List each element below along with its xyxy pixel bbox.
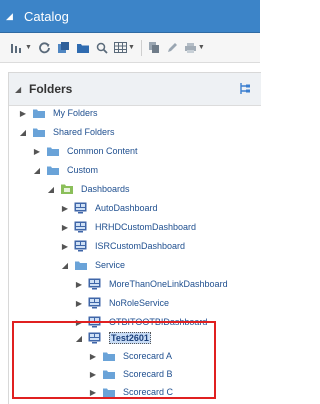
chevron-down-icon[interactable]: ▼	[198, 44, 205, 51]
tree-label-selected: Test2601	[109, 332, 151, 344]
tree-node-shared-folders[interactable]: ◢ Shared Folders	[18, 124, 115, 140]
dashboard-icon	[74, 239, 90, 253]
dashboards-folder-icon	[60, 182, 76, 196]
chevron-down-icon[interactable]: ▼	[25, 44, 32, 51]
tree-view-icon[interactable]	[239, 82, 251, 97]
tree-node-more-than-one-link[interactable]: ▶ MoreThanOneLinkDashboard	[74, 276, 228, 292]
chevron-down-icon[interactable]: ▼	[128, 44, 135, 51]
dashboard-icon	[88, 296, 104, 310]
folder-icon	[32, 106, 48, 120]
tree-node-scorecard-c[interactable]: ▶ Scorecard C	[88, 384, 173, 400]
dashboard-icon	[74, 220, 90, 234]
collapse-triangle-icon[interactable]: ◢	[46, 185, 56, 194]
copy-icon[interactable]	[148, 39, 160, 57]
tree-label: My Folders	[53, 108, 98, 118]
tree-label: Custom	[67, 165, 99, 175]
tree-label: NoRoleService	[109, 298, 170, 308]
folder-icon	[46, 144, 62, 158]
tree-node-no-role-service[interactable]: ▶ NoRoleService	[74, 295, 169, 311]
tree-node-isr-dashboard[interactable]: ▶ ISRCustomDashboard	[60, 238, 185, 254]
expand-triangle-icon[interactable]: ▶	[88, 388, 98, 397]
tree-label: Scorecard A	[123, 351, 173, 361]
tree-node-my-folders[interactable]: ▶ My Folders	[18, 105, 98, 121]
expand-triangle-icon[interactable]: ▶	[74, 280, 84, 289]
edit-icon[interactable]	[166, 39, 178, 57]
print-icon[interactable]: ▼	[184, 39, 205, 57]
collapse-triangle-icon[interactable]: ◢	[18, 128, 28, 137]
toolbar: ▼ ▼ ▼	[0, 33, 260, 63]
tree-node-custom[interactable]: ◢ Custom	[32, 162, 98, 178]
view-icon[interactable]: ▼	[10, 39, 32, 57]
tree-node-scorecard-b[interactable]: ▶ Scorecard B	[88, 366, 173, 382]
tree-label: Dashboards	[81, 184, 130, 194]
toolbar-divider	[140, 39, 142, 56]
folders-panel-header: ◢ Folders	[9, 73, 261, 106]
expand-triangle-icon[interactable]: ▶	[88, 352, 98, 361]
expand-triangle-icon[interactable]: ▶	[88, 370, 98, 379]
collapse-triangle-icon[interactable]: ◢	[15, 85, 25, 94]
tree-node-test2601[interactable]: ◢ Test2601	[74, 330, 151, 346]
refresh-icon[interactable]	[38, 39, 51, 57]
tree-label: HRHDCustomDashboard	[95, 222, 197, 232]
new-item-icon[interactable]	[57, 39, 70, 57]
dashboard-icon	[88, 331, 104, 345]
tree-node-dashboards[interactable]: ◢ Dashboards	[46, 181, 130, 197]
expand-triangle-icon[interactable]: ▶	[18, 109, 28, 118]
dashboard-icon	[74, 201, 90, 215]
catalog-titlebar: ◢ Catalog	[0, 0, 260, 33]
tree-node-common-content[interactable]: ▶ Common Content	[32, 143, 138, 159]
folder-icon	[46, 163, 62, 177]
expand-triangle-icon[interactable]: ▶	[60, 242, 70, 251]
tree-label: Service	[95, 260, 126, 270]
tree-node-hrhd-dashboard[interactable]: ▶ HRHDCustomDashboard	[60, 219, 196, 235]
tree-node-service[interactable]: ◢ Service	[60, 257, 125, 273]
folder-icon	[32, 125, 48, 139]
dashboard-icon	[88, 277, 104, 291]
search-icon[interactable]	[96, 39, 108, 57]
collapse-triangle-icon[interactable]: ◢	[60, 261, 70, 270]
folder-icon	[102, 349, 118, 363]
folder-icon	[74, 258, 90, 272]
tree-label: ISRCustomDashboard	[95, 241, 186, 251]
expand-triangle-icon[interactable]: ▶	[32, 147, 42, 156]
collapse-triangle-icon[interactable]: ◢	[32, 166, 42, 175]
tree-label: MoreThanOneLinkDashboard	[109, 279, 228, 289]
collapse-triangle-icon[interactable]: ◢	[74, 334, 84, 343]
folder-icon	[102, 385, 118, 399]
tree-node-auto-dashboard[interactable]: ▶ AutoDashboard	[60, 200, 158, 216]
folder-icon[interactable]	[76, 39, 90, 57]
expand-triangle-icon[interactable]: ▶	[60, 204, 70, 213]
tree-label: Common Content	[67, 146, 138, 156]
tree-label: Scorecard B	[123, 369, 173, 379]
expand-triangle-icon[interactable]: ▶	[74, 299, 84, 308]
window-title: Catalog	[24, 8, 69, 24]
grid-icon[interactable]: ▼	[113, 39, 135, 57]
tree-label: Scorecard C	[123, 387, 174, 397]
tree-label: Shared Folders	[53, 127, 115, 137]
collapse-triangle-icon[interactable]: ◢	[6, 11, 18, 22]
tree-node-scorecard-a[interactable]: ▶ Scorecard A	[88, 348, 172, 364]
tree-label: AutoDashboard	[95, 203, 158, 213]
folder-icon	[102, 367, 118, 381]
expand-triangle-icon[interactable]: ▶	[60, 223, 70, 232]
folders-panel-title: Folders	[29, 82, 73, 96]
